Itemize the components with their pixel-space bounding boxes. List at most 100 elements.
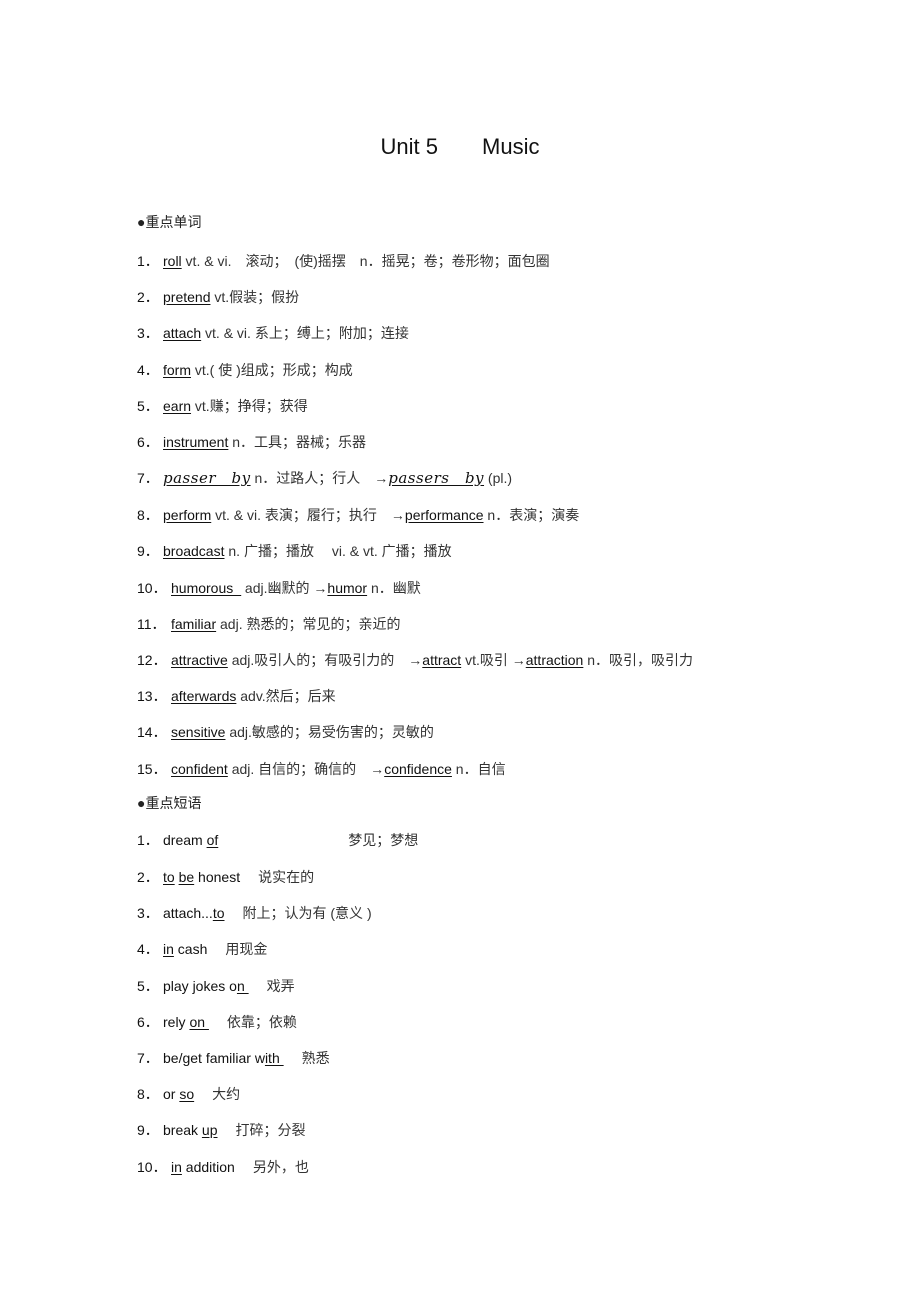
phrase-text: attach... <box>163 905 213 921</box>
definition: vt. & vi. 滚动； (使)摇摆 n．摇晃；卷；卷形物；面包圈 <box>181 253 550 269</box>
entry-number: 6． <box>137 1014 159 1030</box>
phrase-text: break <box>163 1122 202 1138</box>
definition: adj.吸引人的；有吸引力的 → <box>227 652 423 668</box>
phrase-blank: of <box>206 832 219 848</box>
phrase-meaning: 用现金 <box>225 941 268 957</box>
entry-number: 5． <box>137 398 159 414</box>
entry-number: 10． <box>137 1159 167 1175</box>
phrase-meaning: 大约 <box>212 1086 241 1102</box>
phrase-entry: 8． or so 大约 <box>137 1084 240 1104</box>
phrase-text: rely <box>163 1014 190 1030</box>
entry-number: 4． <box>137 941 159 957</box>
phrase-blank: to <box>212 905 225 921</box>
definition: (pl.) <box>484 470 513 486</box>
entry-number: 7． <box>137 1050 159 1066</box>
entry-number: 9． <box>137 543 159 559</box>
entry-number: 1． <box>137 253 159 269</box>
word-entry: 6． instrument n．工具；器械；乐器 <box>137 432 366 452</box>
vocab-word: roll <box>163 253 182 269</box>
word-entry: 10． humorous_ adj.幽默的 →humor n．幽默 <box>137 578 421 598</box>
derived-word: performance <box>404 507 484 523</box>
definition: vt. & vi. 系上；缚上；附加；连接 <box>201 325 409 341</box>
word-entry: 11． familiar adj. 熟悉的；常见的；亲近的 <box>137 614 400 634</box>
entry-number: 10． <box>137 580 167 596</box>
vocab-word: pretend <box>163 289 211 305</box>
definition: vt. & vi. 表演；履行；执行 → <box>211 507 405 523</box>
entry-number: 5． <box>137 978 159 994</box>
phrase-blank: so <box>179 1086 195 1102</box>
phrase-meaning: 附上；认为有 (意义 ) <box>242 905 372 921</box>
word-entry: 13． afterwards adv.然后；后来 <box>137 686 336 706</box>
phrase-entry: 5． play jokes on 戏弄 <box>137 976 295 996</box>
definition: adj. 熟悉的；常见的；亲近的 <box>216 616 401 632</box>
entry-number: 13． <box>137 688 167 704</box>
phrase-meaning: 熟悉 <box>301 1050 330 1066</box>
phrase-blank: be <box>178 869 195 885</box>
phrase-blank: on <box>189 1014 209 1030</box>
entry-number: 1． <box>137 832 159 848</box>
phrase-blank: in <box>163 941 174 957</box>
phrase-entry: 4． in cash 用现金 <box>137 939 267 959</box>
entry-number: 9． <box>137 1122 159 1138</box>
section-heading-phrases: ●重点短语 <box>137 795 202 811</box>
word-entry: 7． passer by n．过路人；行人 →passers by (pl.) <box>137 467 512 488</box>
vocab-word: earn <box>163 398 192 414</box>
phrase-entry: 1． dream of 梦见；梦想 <box>137 830 418 850</box>
derived-word: passers by <box>388 469 485 487</box>
word-entry: 14． sensitive adj.敏感的；易受伤害的；灵敏的 <box>137 722 434 742</box>
phrase-blank: ith <box>264 1050 284 1066</box>
word-entry: 9． broadcast n. 广播；播放 vi. & vt. 广播；播放 <box>137 541 452 561</box>
entry-number: 8． <box>137 1086 159 1102</box>
phrase-entry: 6． rely on 依靠；依赖 <box>137 1012 297 1032</box>
definition: n．吸引，吸引力 <box>583 652 694 668</box>
phrase-entry: 3． attach...to 附上；认为有 (意义 ) <box>137 903 372 923</box>
word-entry: 15． confident adj. 自信的；确信的 →confidence n．… <box>137 759 506 779</box>
vocab-word: attach <box>163 325 202 341</box>
definition: adj. 自信的；确信的 → <box>227 761 385 777</box>
entry-number: 2． <box>137 869 159 885</box>
phrase-blank: up <box>201 1122 218 1138</box>
derived-word: confidence <box>384 761 452 777</box>
phrase-entry: 10． in addition 另外，也 <box>137 1157 309 1177</box>
phrase-entry: 7． be/get familiar with 熟悉 <box>137 1048 330 1068</box>
phrase-blank: in <box>171 1159 182 1175</box>
definition: n．过路人；行人 → <box>250 470 389 486</box>
entry-number: 11． <box>137 616 166 632</box>
entry-number: 7． <box>137 470 159 486</box>
definition: vt.吸引 → <box>461 652 526 668</box>
phrase-meaning: 说实在的 <box>258 869 315 885</box>
vocab-word: broadcast <box>163 543 225 559</box>
definition: vt.假装；假扮 <box>210 289 300 305</box>
entry-number: 15． <box>137 761 167 777</box>
page-title: Unit 5 Music <box>0 134 920 160</box>
definition: n．表演；演奏 <box>483 507 580 523</box>
phrase-text: be/get familiar w <box>163 1050 265 1066</box>
derived-word: attraction <box>525 652 584 668</box>
word-entry: 4． form vt.( 使 )组成；形成；构成 <box>137 360 353 380</box>
phrase-text: honest <box>194 869 241 885</box>
phrase-meaning: 打碎；分裂 <box>235 1122 306 1138</box>
definition: n. 广播；播放 vi. & vt. 广播；播放 <box>224 543 452 559</box>
vocab-word: humorous_ <box>171 580 242 596</box>
word-entry: 2． pretend vt.假装；假扮 <box>137 287 299 307</box>
phrase-text: play jokes o <box>163 978 237 994</box>
definition: adj.敏感的；易受伤害的；灵敏的 <box>225 724 434 740</box>
unit-topic: Music <box>482 134 540 159</box>
phrase-text: addition <box>181 1159 235 1175</box>
vocab-word: attractive <box>171 652 228 668</box>
entry-number: 6． <box>137 434 159 450</box>
entry-number: 4． <box>137 362 159 378</box>
phrase-entry: 9． break up 打碎；分裂 <box>137 1120 306 1140</box>
vocab-word: passer by <box>163 469 251 487</box>
word-entry: 3． attach vt. & vi. 系上；缚上；附加；连接 <box>137 323 409 343</box>
vocab-word: form <box>163 362 191 378</box>
definition: n．自信 <box>451 761 506 777</box>
entry-number: 2． <box>137 289 159 305</box>
entry-number: 3． <box>137 905 159 921</box>
section-heading-words: ●重点单词 <box>137 214 202 230</box>
derived-word: humor <box>327 580 368 596</box>
definition: n．幽默 <box>367 580 421 596</box>
entry-number: 8． <box>137 507 159 523</box>
word-entry: 12． attractive adj.吸引人的；有吸引力的 →attract vt… <box>137 650 693 670</box>
phrase-text: or <box>163 1086 180 1102</box>
